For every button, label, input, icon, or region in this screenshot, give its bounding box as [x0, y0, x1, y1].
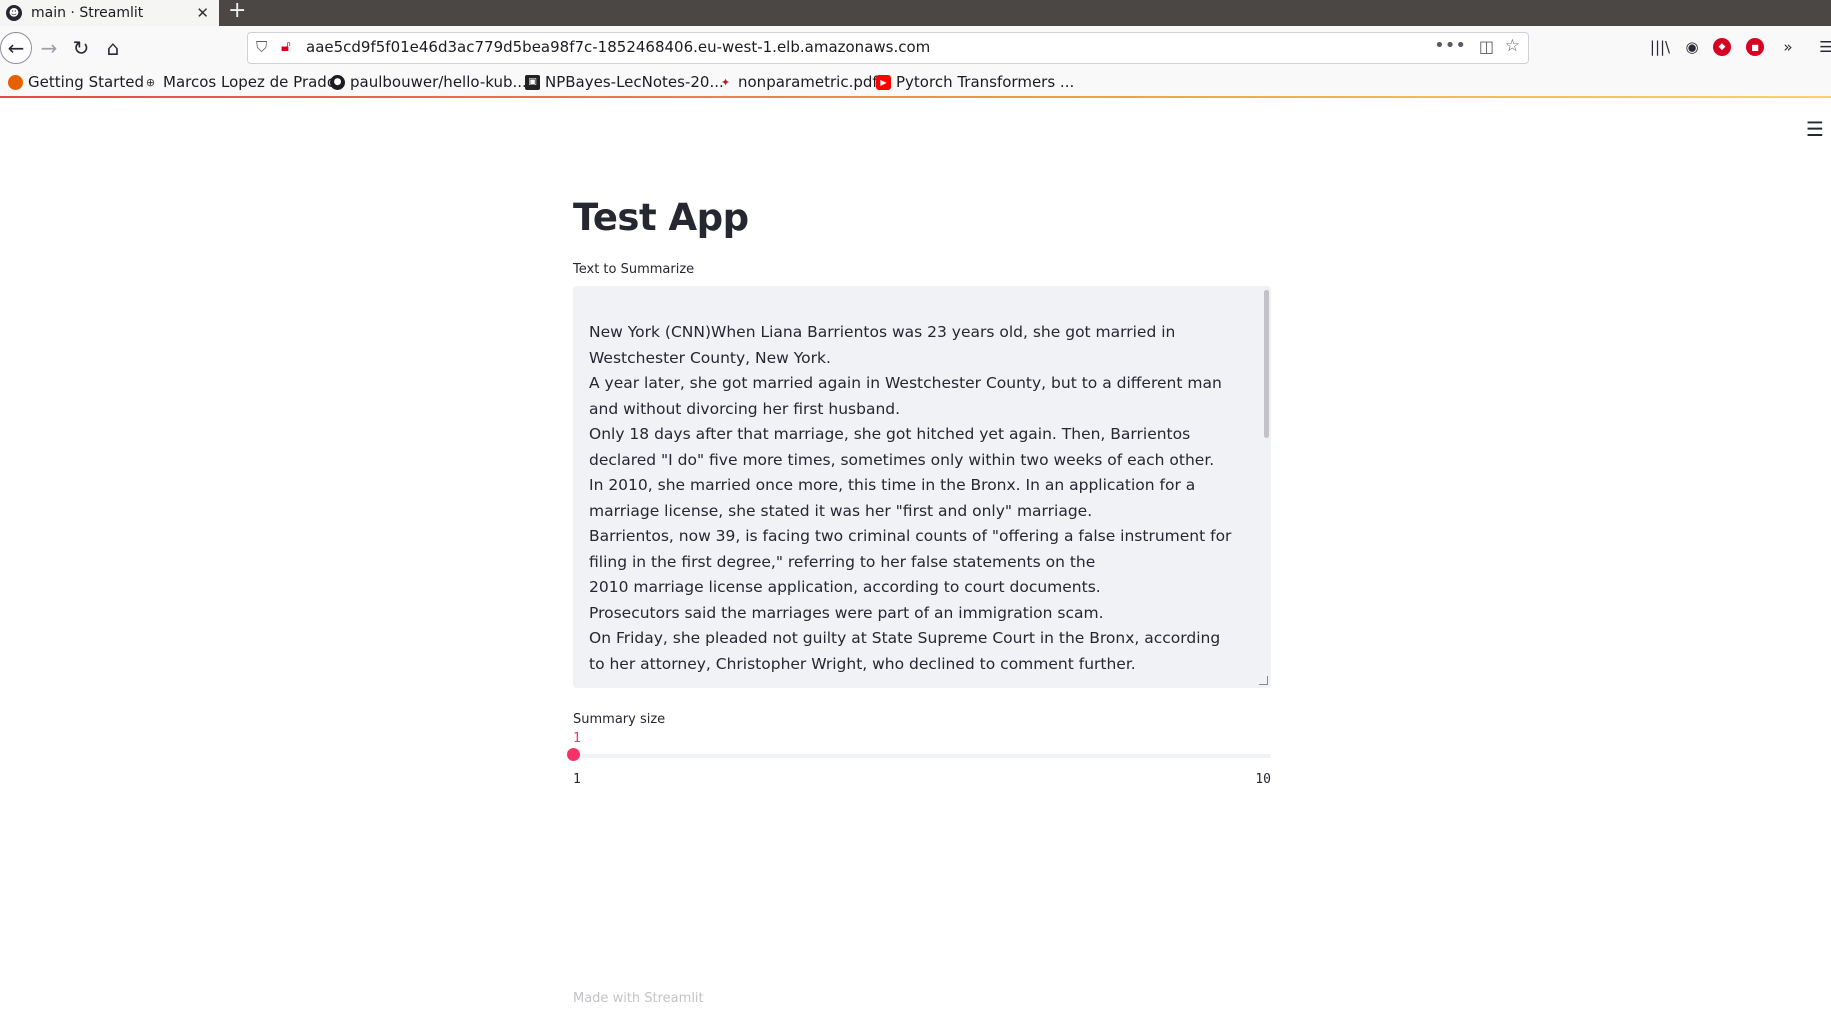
- pdf-icon: ✦: [720, 75, 731, 89]
- insecure-lock-icon[interactable]: 🔓︎: [281, 37, 291, 55]
- bookmark-npbayes[interactable]: ▣ NPBayes-LecNotes-20...: [525, 73, 724, 91]
- streamlit-decoration-bar: [0, 96, 1831, 98]
- reload-button[interactable]: ↻: [66, 33, 96, 63]
- bookmark-label: Getting Started: [28, 73, 144, 91]
- text-area-label: Text to Summarize: [573, 262, 695, 277]
- tab-title: main · Streamlit: [31, 5, 144, 21]
- browser-menu-icon[interactable]: ☰: [1815, 36, 1831, 58]
- bookmark-label: Marcos Lopez de Prado: [163, 73, 336, 91]
- url-text[interactable]: aae5cd9f5f01e46d3ac779d5bea98f7c-1852468…: [306, 38, 930, 56]
- bookmark-label: paulbouwer/hello-kub...: [350, 73, 527, 91]
- summary-size-slider-thumb[interactable]: [567, 748, 580, 761]
- pdf-icon: ▣: [525, 74, 540, 90]
- back-button[interactable]: ←: [0, 32, 32, 64]
- adblock-icon[interactable]: ■: [1746, 38, 1764, 56]
- resize-handle-icon[interactable]: [1259, 676, 1268, 685]
- summary-size-slider-track[interactable]: [573, 754, 1271, 758]
- navigation-bar: ← → ↻ ⌂ ⛉ 🔓︎ aae5cd9f5f01e46d3ac779d5bea…: [0, 26, 1831, 69]
- slider-current-value: 1: [573, 731, 581, 746]
- bookmark-label: nonparametric.pdf: [738, 73, 878, 91]
- shield-icon[interactable]: ⛉: [256, 38, 267, 56]
- bookmark-nonparametric[interactable]: ✦ nonparametric.pdf: [718, 73, 878, 91]
- hamburger-menu-icon[interactable]: ☰: [1806, 117, 1824, 141]
- github-icon: ●: [330, 74, 345, 90]
- home-button[interactable]: ⌂: [98, 33, 128, 63]
- overflow-chevron-icon[interactable]: »: [1777, 36, 1799, 58]
- bookmarks-bar: Getting Started ⊕ Marcos Lopez de Prado …: [0, 69, 1831, 97]
- new-tab-button[interactable]: +: [228, 0, 246, 24]
- page-actions-icon[interactable]: •••: [1434, 35, 1466, 56]
- account-icon[interactable]: ◉: [1681, 36, 1703, 58]
- footer-made-with-streamlit[interactable]: Made with Streamlit: [573, 991, 704, 1006]
- bookmark-star-icon[interactable]: ☆: [1505, 36, 1520, 56]
- slider-label: Summary size: [573, 712, 666, 727]
- text-area-scrollbar[interactable]: [1264, 290, 1269, 438]
- forward-button[interactable]: →: [34, 33, 64, 63]
- library-icon[interactable]: |||\: [1649, 36, 1671, 58]
- firefox-icon: [8, 74, 23, 90]
- summary-text-area[interactable]: New York (CNN)When Liana Barrientos was …: [573, 286, 1271, 688]
- tab-strip: ☻ main · Streamlit ✕ +: [0, 0, 1831, 26]
- bookmark-pytorch-transformers[interactable]: ▶ Pytorch Transformers ...: [876, 73, 1074, 91]
- bookmark-getting-started[interactable]: Getting Started: [8, 73, 144, 91]
- slider-min-label: 1: [573, 772, 581, 787]
- globe-icon: ⊕: [145, 75, 156, 89]
- browser-tab[interactable]: ☻ main · Streamlit ✕: [0, 0, 219, 26]
- bookmark-label: Pytorch Transformers ...: [896, 73, 1075, 91]
- close-tab-icon[interactable]: ✕: [196, 4, 209, 22]
- bookmark-hello-kub[interactable]: ● paulbouwer/hello-kub...: [330, 73, 527, 91]
- slider-max-label: 10: [1255, 772, 1271, 787]
- extension-icon[interactable]: ◆: [1713, 38, 1731, 56]
- text-area-content[interactable]: New York (CNN)When Liana Barrientos was …: [589, 320, 1239, 677]
- bookmark-marcos-lopez[interactable]: ⊕ Marcos Lopez de Prado: [143, 73, 336, 91]
- page-title: Test App: [573, 196, 749, 239]
- url-bar[interactable]: ⛉ 🔓︎ aae5cd9f5f01e46d3ac779d5bea98f7c-18…: [247, 32, 1529, 64]
- streamlit-favicon-icon: ☻: [6, 5, 22, 21]
- bookmark-label: NPBayes-LecNotes-20...: [545, 73, 724, 91]
- youtube-icon: ▶: [876, 74, 891, 90]
- pocket-icon[interactable]: ◫: [1479, 37, 1494, 56]
